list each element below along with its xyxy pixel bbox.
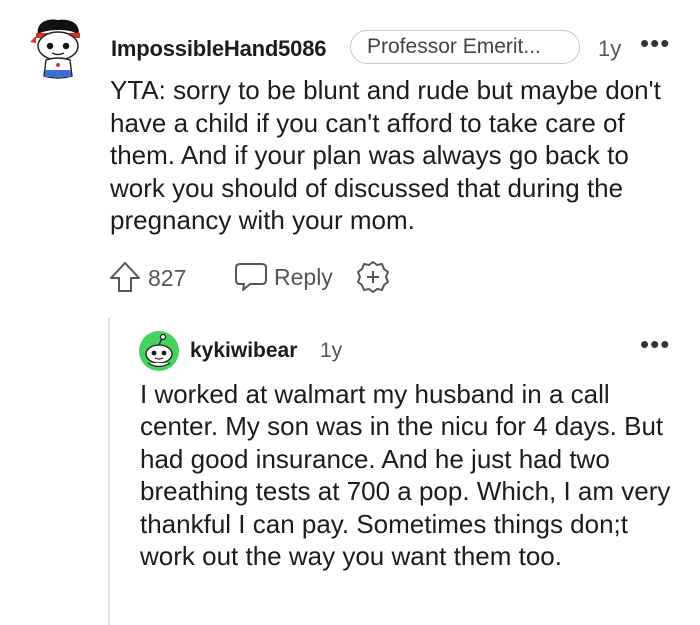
reply-timestamp: 1y	[320, 339, 343, 362]
user-avatar-icon[interactable]	[30, 16, 86, 82]
reply-username[interactable]: kykiwibear	[190, 339, 297, 363]
reply-label: Reply	[274, 264, 333, 290]
comment-body: YTA: sorry to be blunt and rude but mayb…	[110, 75, 661, 235]
reply-button[interactable]: Reply	[234, 260, 344, 294]
user-flair-badge: Professor Emerit...	[350, 30, 580, 64]
thread-line[interactable]	[108, 318, 110, 625]
more-options-icon[interactable]: •••	[640, 331, 670, 357]
reply-icon	[235, 263, 267, 291]
award-icon[interactable]	[356, 260, 390, 294]
upvote-icon[interactable]	[108, 260, 142, 294]
comment-timestamp: 1y	[598, 36, 622, 61]
user-avatar-icon[interactable]	[138, 330, 180, 372]
comment-username[interactable]: ImpossibleHand5086	[111, 36, 326, 62]
more-options-icon[interactable]: •••	[640, 30, 670, 56]
vote-count: 827	[148, 265, 187, 291]
reply-body: I worked at walmart my husband in a call…	[140, 379, 671, 572]
